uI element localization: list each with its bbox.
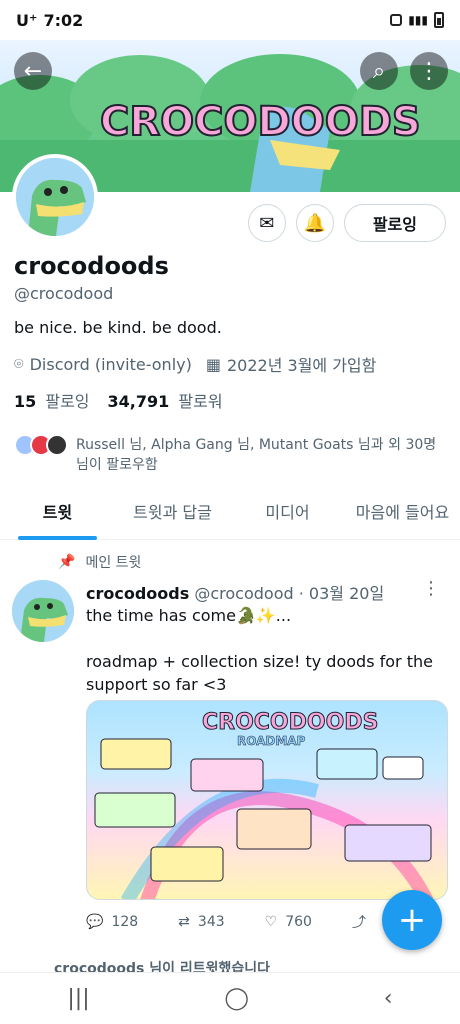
- alarm-icon: [390, 14, 403, 26]
- tweet-author-name[interactable]: crocodoods: [86, 584, 189, 603]
- reply-button[interactable]: 💬 128: [86, 912, 138, 932]
- following-stat[interactable]: 15 팔로잉: [14, 388, 90, 412]
- media-title: CROCODOODS: [202, 710, 378, 735]
- calendar-icon: ▦: [205, 354, 221, 374]
- followers-label: 팔로워: [178, 392, 223, 411]
- following-button[interactable]: 팔로잉: [343, 204, 446, 242]
- android-nav-bar: ||| ◯ ‹: [0, 972, 460, 1024]
- arrow-left-icon: ←: [23, 58, 43, 84]
- tweet-line-2: roadmap + collection size! ty doods for …: [86, 652, 433, 694]
- tweet-menu-button[interactable]: ⋮: [422, 578, 440, 599]
- media-subtitle: ROADMAP: [237, 734, 306, 748]
- tweet-image[interactable]: CROCODOODS ROADMAP: [86, 700, 448, 900]
- followers-you-know[interactable]: Russell 님, Alpha Gang 님, Mutant Goats 님과…: [14, 434, 446, 474]
- followers-stat[interactable]: 34,791 팔로워: [108, 388, 223, 412]
- tab-likes[interactable]: 마음에 들어요: [345, 488, 460, 539]
- join-date: ▦ 2022년 3월에 가입함: [206, 352, 377, 376]
- back-button[interactable]: ←: [14, 52, 52, 90]
- search-button[interactable]: ⌕: [360, 52, 398, 90]
- reply-icon: 💬: [86, 914, 104, 930]
- follower-avatars: [14, 434, 68, 474]
- envelope-icon: ✉: [259, 212, 275, 234]
- following-label: 팔로잉: [45, 392, 90, 411]
- recent-apps-icon[interactable]: |||: [67, 986, 89, 1011]
- tweet-avatar[interactable]: [12, 580, 74, 642]
- signal-icon: ▮▮▮: [408, 13, 428, 27]
- carrier-label: U⁺: [16, 10, 38, 30]
- followers-count: 34,791: [107, 392, 170, 411]
- like-button[interactable]: ♡ 760: [265, 912, 312, 932]
- retweet-button[interactable]: ⇄ 343: [178, 912, 224, 932]
- tweet-line-1: the time has come🐊✨...: [86, 606, 292, 625]
- plus-icon: +: [397, 900, 427, 940]
- tweet-text: the time has come🐊✨... roadmap + collect…: [86, 604, 446, 696]
- status-bar: U⁺ 7:02 ▮▮▮: [0, 0, 460, 40]
- search-icon: ⌕: [372, 58, 386, 84]
- tweet-date: · 03월 20일: [298, 584, 385, 603]
- battery-icon: [434, 12, 444, 28]
- clock: 7:02: [43, 10, 84, 30]
- location: ⌾ Discord (invite-only): [14, 354, 192, 374]
- more-button[interactable]: ⋮: [410, 52, 448, 90]
- banner-logo: CROCODOODS: [100, 99, 421, 145]
- profile-avatar[interactable]: [12, 154, 98, 240]
- retweet-icon: ⇄: [178, 914, 190, 930]
- join-date-text: 2022년 3월에 가입함: [226, 356, 377, 375]
- profile-name: crocodoods: [14, 252, 169, 280]
- tweet-author-handle[interactable]: @crocodood: [194, 584, 293, 603]
- tweet-actions: 💬 128 ⇄ 343 ♡ 760 ⤴: [86, 912, 380, 932]
- notifications-button[interactable]: 🔔: [295, 204, 334, 242]
- profile-actions: ✉ 🔔 팔로잉: [247, 204, 446, 242]
- heart-icon: ♡: [264, 914, 278, 930]
- back-icon[interactable]: ‹: [384, 986, 393, 1011]
- message-button[interactable]: ✉: [247, 204, 286, 242]
- more-vertical-icon: ⋮: [418, 58, 440, 84]
- bell-icon: 🔔: [303, 212, 327, 234]
- follow-stats: 15 팔로잉 34,791 팔로워: [14, 388, 223, 412]
- reply-count: 128: [111, 914, 139, 930]
- like-count: 760: [285, 914, 312, 930]
- pinned-text: 메인 트윗: [85, 555, 142, 571]
- home-icon[interactable]: ◯: [224, 986, 249, 1011]
- profile-meta: ⌾ Discord (invite-only) ▦ 2022년 3월에 가입함: [14, 352, 376, 376]
- tab-tweets-replies[interactable]: 트윗과 답글: [115, 488, 230, 539]
- following-count: 15: [14, 392, 37, 411]
- tab-media[interactable]: 미디어: [230, 488, 345, 539]
- share-button[interactable]: ⤴: [352, 912, 366, 932]
- compose-tweet-button[interactable]: +: [382, 890, 442, 950]
- profile-tabs: 트윗 트윗과 답글 미디어 마음에 들어요: [0, 488, 460, 540]
- tab-tweets[interactable]: 트윗: [0, 488, 115, 540]
- follower-avatar: [46, 434, 68, 456]
- tweet-header: crocodoods @crocodood · 03월 20일: [86, 580, 440, 604]
- profile-handle: @crocodood: [14, 284, 114, 303]
- location-pin-icon: ⌾: [14, 354, 24, 373]
- followers-you-know-text: Russell 님, Alpha Gang 님, Mutant Goats 님과…: [76, 437, 437, 473]
- location-text: Discord (invite-only): [29, 354, 192, 374]
- share-icon: ⤴: [351, 915, 366, 931]
- pinned-label: 📌 메인 트윗: [58, 552, 141, 572]
- more-vertical-icon: ⋮: [422, 578, 440, 599]
- retweet-count: 343: [197, 914, 225, 930]
- profile-bio: be nice. be kind. be dood.: [14, 318, 222, 337]
- pin-icon: 📌: [58, 554, 76, 570]
